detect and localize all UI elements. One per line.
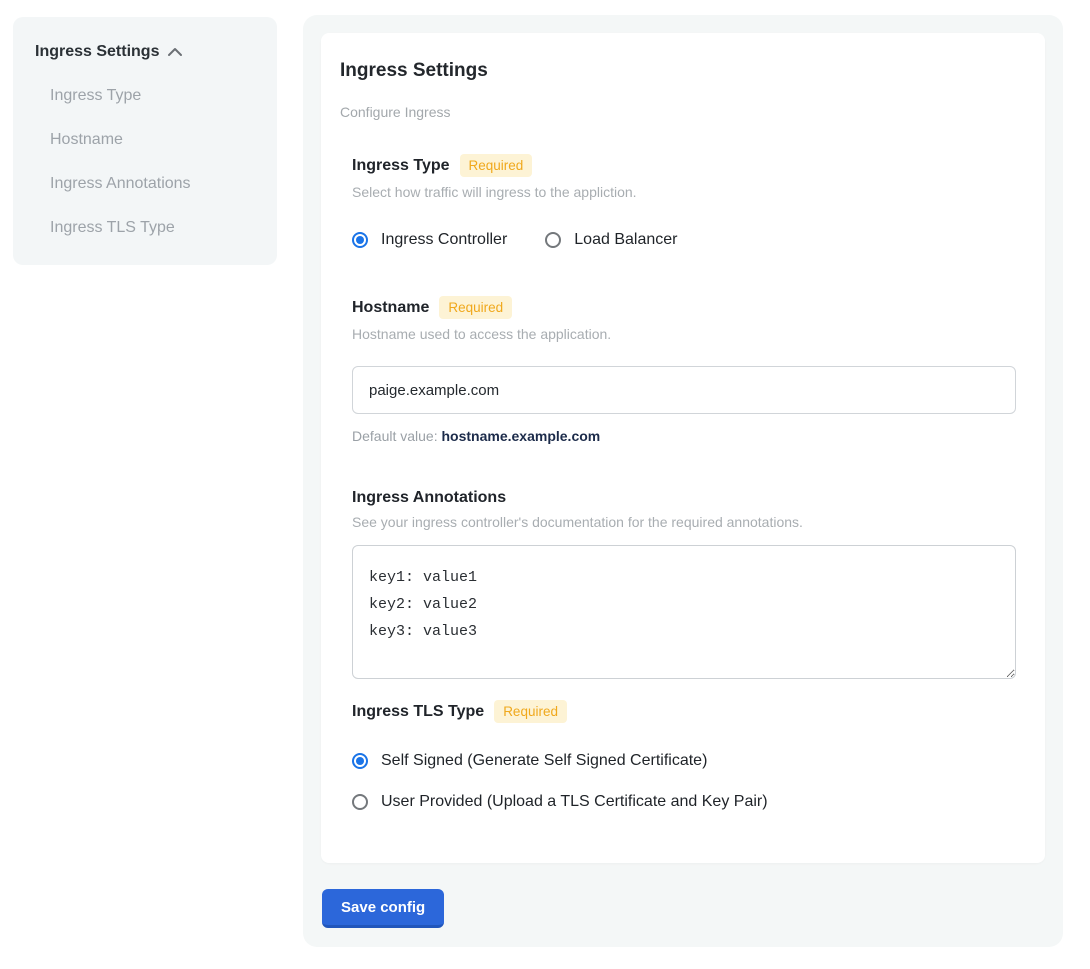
default-value-prefix: Default value: [352, 428, 442, 444]
page-subtitle: Configure Ingress [340, 104, 1015, 120]
radio-button-icon[interactable] [352, 794, 368, 810]
section-hostname: Hostname Required Hostname used to acces… [352, 296, 1015, 444]
chevron-up-icon [167, 47, 183, 57]
main-panel: Ingress Settings Configure Ingress Ingre… [303, 15, 1063, 947]
radio-label: Self Signed (Generate Self Signed Certif… [381, 752, 707, 770]
radio-load-balancer[interactable]: Load Balancer [545, 231, 677, 249]
ingress-annotations-description: See your ingress controller's documentat… [352, 514, 1015, 530]
radio-self-signed[interactable]: Self Signed (Generate Self Signed Certif… [352, 752, 1015, 770]
ingress-annotations-label: Ingress Annotations [352, 489, 506, 507]
sidebar-item-ingress-annotations[interactable]: Ingress Annotations [35, 175, 257, 193]
tls-type-radio-group: Self Signed (Generate Self Signed Certif… [352, 752, 1015, 811]
hostname-description: Hostname used to access the application. [352, 326, 1015, 342]
required-badge: Required [439, 296, 512, 319]
settings-sidebar: Ingress Settings Ingress Type Hostname I… [13, 17, 277, 265]
section-ingress-type: Ingress Type Required Select how traffic… [352, 154, 1015, 249]
ingress-type-description: Select how traffic will ingress to the a… [352, 184, 1015, 200]
radio-label: Ingress Controller [381, 231, 507, 249]
radio-ingress-controller[interactable]: Ingress Controller [352, 231, 507, 249]
radio-label: Load Balancer [574, 231, 677, 249]
section-ingress-tls-type: Ingress TLS Type Required Self Signed (G… [352, 700, 1015, 811]
hostname-input[interactable] [352, 366, 1016, 414]
radio-label: User Provided (Upload a TLS Certificate … [381, 793, 768, 811]
ingress-type-radio-group: Ingress Controller Load Balancer [352, 231, 1015, 249]
ingress-annotations-textarea[interactable]: key1: value1 key2: value2 key3: value3 [352, 545, 1016, 679]
hostname-default-hint: Default value: hostname.example.com [352, 428, 1015, 444]
sidebar-nav-list: Ingress Type Hostname Ingress Annotation… [35, 87, 257, 237]
sidebar-section-toggle[interactable]: Ingress Settings [35, 43, 257, 61]
save-config-button[interactable]: Save config [322, 889, 444, 928]
page-title: Ingress Settings [340, 60, 1015, 82]
radio-button-icon[interactable] [545, 232, 561, 248]
radio-button-icon[interactable] [352, 232, 368, 248]
sidebar-section-title: Ingress Settings [35, 43, 159, 61]
required-badge: Required [494, 700, 567, 723]
section-ingress-annotations: Ingress Annotations See your ingress con… [352, 489, 1015, 679]
sidebar-item-ingress-type[interactable]: Ingress Type [35, 87, 257, 105]
sidebar-item-ingress-tls-type[interactable]: Ingress TLS Type [35, 219, 257, 237]
hostname-label: Hostname [352, 299, 429, 317]
ingress-type-label: Ingress Type [352, 157, 450, 175]
radio-user-provided[interactable]: User Provided (Upload a TLS Certificate … [352, 793, 1015, 811]
ingress-tls-type-label: Ingress TLS Type [352, 703, 484, 721]
default-value-text: hostname.example.com [442, 428, 601, 444]
required-badge: Required [460, 154, 533, 177]
sidebar-item-hostname[interactable]: Hostname [35, 131, 257, 149]
ingress-settings-card: Ingress Settings Configure Ingress Ingre… [321, 33, 1045, 863]
radio-button-icon[interactable] [352, 753, 368, 769]
